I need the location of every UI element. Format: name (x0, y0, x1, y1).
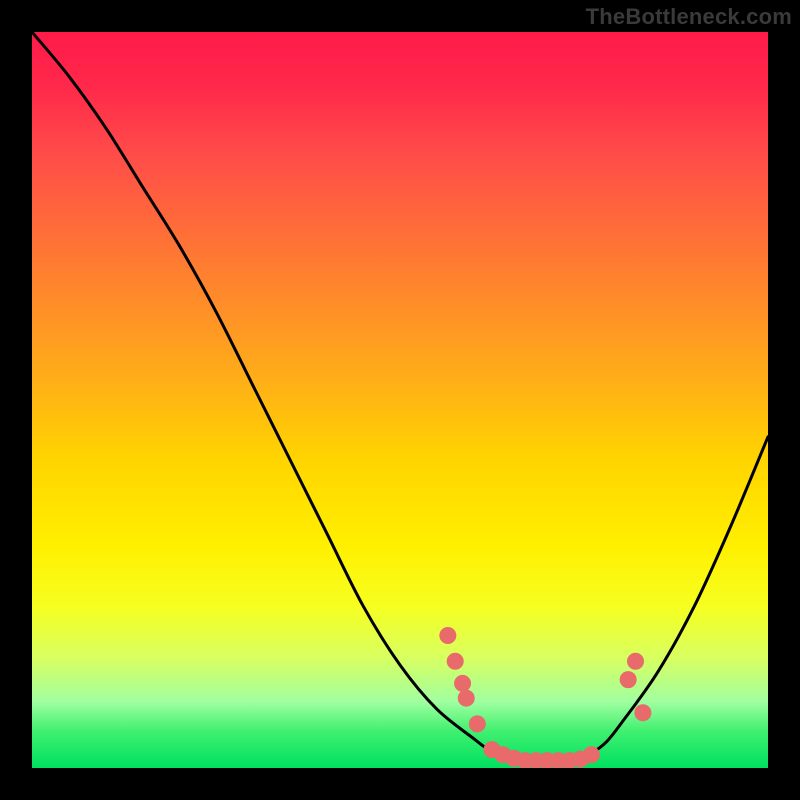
plot-area (32, 32, 768, 768)
chart-container: TheBottleneck.com (0, 0, 800, 800)
watermark-text: TheBottleneck.com (586, 4, 792, 30)
